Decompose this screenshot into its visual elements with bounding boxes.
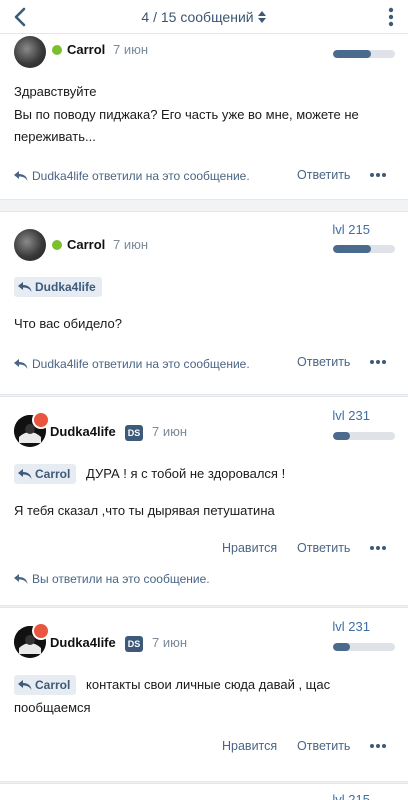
level-progress-bar [333, 50, 395, 58]
user-level: lvl 231 [332, 408, 370, 423]
quote-author: Carrol [35, 678, 71, 692]
post-card: Carrol 7 июн lvl 215 Dudka4life Что вас … [0, 211, 408, 395]
reply-arrow-icon [18, 680, 32, 690]
quote-text: контакты свои личные сюда давай , щас [86, 677, 331, 692]
level-progress-bar [333, 432, 395, 440]
replied-notice[interactable]: Dudka4life ответили на это сообщение. [14, 357, 250, 371]
online-indicator [52, 240, 62, 250]
reply-arrow-icon [18, 469, 32, 479]
post-date[interactable]: 7 июн [152, 635, 187, 650]
post-card: Dudka4life DS 7 июн lvl 231 Carrol ДУРА … [0, 396, 408, 606]
level-progress-bar [333, 245, 395, 253]
post-body-line: Вы по поводу пиджака? Его часть уже во м… [14, 107, 359, 122]
post-author[interactable]: Dudka4life [50, 635, 116, 650]
user-level: lvl 215 [332, 222, 370, 237]
post-date[interactable]: 7 июн [152, 424, 187, 439]
quote-text: ДУРА ! я с тобой не здоровался ! [86, 466, 286, 481]
user-level: lvl 231 [332, 619, 370, 634]
fire-badge-icon [32, 411, 50, 429]
fire-badge-icon [32, 622, 50, 640]
replied-notice[interactable]: Dudka4life ответили на это сообщение. [14, 169, 250, 183]
post-greeting: Здравствуйте [14, 84, 97, 99]
avatar[interactable] [14, 36, 46, 68]
ds-badge[interactable]: DS [125, 636, 143, 652]
post-author[interactable]: Carrol [67, 237, 105, 252]
reply-button[interactable]: Ответить [297, 355, 350, 369]
post-body-line: переживать... [14, 129, 96, 144]
replied-text: Dudka4life ответили на это сообщение. [32, 357, 250, 371]
reply-button[interactable]: Ответить [297, 541, 350, 555]
online-indicator [52, 45, 62, 55]
page-selector[interactable]: 4 / 15 сообщений [0, 9, 408, 25]
post-date[interactable]: 7 июн [113, 237, 148, 252]
quote-reference[interactable]: Carrol [14, 464, 77, 484]
more-options-icon[interactable] [370, 173, 386, 177]
post-card: Dudka4life DS 7 июн lvl 231 Carrol конта… [0, 607, 408, 782]
more-options-icon[interactable] [370, 744, 386, 748]
quote-reference[interactable]: Dudka4life [14, 277, 102, 297]
like-button[interactable]: Нравится [222, 541, 277, 555]
quote-author: Carrol [35, 467, 71, 481]
replied-text: Dudka4life ответили на это сообщение. [32, 169, 250, 183]
avatar[interactable] [14, 229, 46, 261]
level-progress-bar [333, 643, 395, 651]
replied-text: Вы ответили на это сообщение. [32, 572, 210, 586]
quote-reference[interactable]: Carrol [14, 675, 77, 695]
more-options-icon[interactable] [370, 360, 386, 364]
ds-badge[interactable]: DS [125, 425, 143, 441]
reply-button[interactable]: Ответить [297, 739, 350, 753]
like-button[interactable]: Нравится [222, 739, 277, 753]
reply-button[interactable]: Ответить [297, 168, 350, 182]
quote-text-continued: пообщаемся [14, 700, 91, 715]
reply-arrow-icon [14, 574, 28, 584]
page-indicator: 4 / 15 сообщений [141, 9, 254, 25]
replied-notice[interactable]: Вы ответили на это сообщение. [14, 572, 210, 586]
post-author[interactable]: Dudka4life [50, 424, 116, 439]
post-body: Что вас обидело? [14, 316, 122, 331]
reply-arrow-icon [18, 282, 32, 292]
sort-caret-icon [257, 11, 266, 23]
more-options-icon[interactable] [370, 546, 386, 550]
top-bar: 4 / 15 сообщений [0, 0, 408, 34]
reply-arrow-icon [14, 359, 28, 369]
post-card: Carrol 7 июн Здравствуйте Вы по поводу п… [0, 20, 408, 200]
post-date[interactable]: 7 июн [113, 42, 148, 57]
post-body: Я тебя сказал ,что ты дырявая петушатина [14, 503, 275, 518]
post-card: lvl 215 [0, 783, 408, 800]
quote-author: Dudka4life [35, 280, 96, 294]
user-level: lvl 215 [332, 792, 370, 800]
post-author[interactable]: Carrol [67, 42, 105, 57]
reply-arrow-icon [14, 171, 28, 181]
kebab-menu-icon[interactable] [388, 7, 394, 27]
